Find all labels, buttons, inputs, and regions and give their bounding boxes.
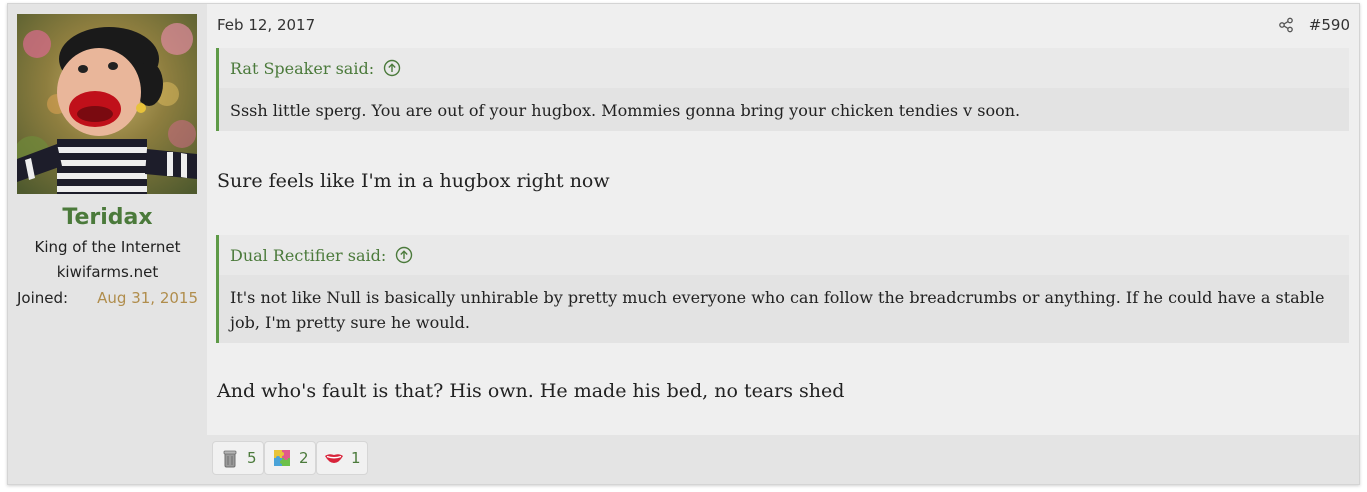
share-icon[interactable] (1278, 17, 1294, 33)
joined-date: Aug 31, 2015 (97, 289, 198, 307)
username[interactable]: Teridax (8, 205, 207, 230)
quote-text: Sssh little sperg. You are out of your h… (219, 88, 1349, 131)
user-info-panel: Teridax King of the Internet kiwifarms.n… (8, 4, 207, 484)
user-subtitle: kiwifarms.net (56, 263, 159, 281)
arrow-up-circle-icon[interactable] (383, 59, 401, 77)
reaction-bar: 5 2 1 (207, 435, 1359, 484)
trash-can-icon (223, 450, 237, 468)
lips-icon (325, 454, 343, 463)
joined-label: Joined: (17, 289, 69, 307)
post-date[interactable]: Feb 12, 2017 (217, 16, 315, 34)
message-text: Sure feels like I'm in a hugbox right no… (217, 170, 610, 192)
user-title: King of the Internet (34, 238, 181, 256)
quote-block: Dual Rectifier said: It's not like Null … (216, 235, 1349, 343)
user-avatar[interactable] (17, 14, 197, 194)
post-content: Feb 12, 2017 #590 Rat Speaker said: Sssh… (207, 4, 1359, 484)
reaction-count: 5 (247, 449, 257, 467)
reaction-puzzle[interactable]: 2 (264, 441, 316, 475)
reaction-trash[interactable]: 5 (212, 441, 264, 475)
arrow-up-circle-icon[interactable] (395, 246, 413, 264)
quote-header: Rat Speaker said: (219, 48, 1349, 88)
quote-author[interactable]: Rat Speaker said: (230, 59, 374, 78)
puzzle-piece-icon (274, 450, 290, 466)
avatar-image (17, 14, 197, 194)
forum-post: Teridax King of the Internet kiwifarms.n… (7, 3, 1360, 485)
post-number-link[interactable]: #590 (1309, 16, 1350, 34)
message-text: And who's fault is that? His own. He mad… (217, 380, 845, 402)
reaction-count: 1 (351, 449, 361, 467)
quote-text: It's not like Null is basically unhirabl… (219, 275, 1349, 343)
quote-header: Dual Rectifier said: (219, 235, 1349, 275)
reaction-count: 2 (299, 449, 309, 467)
quote-block: Rat Speaker said: Sssh little sperg. You… (216, 48, 1349, 131)
quote-author[interactable]: Dual Rectifier said: (230, 246, 386, 265)
reaction-lips[interactable]: 1 (316, 441, 368, 475)
